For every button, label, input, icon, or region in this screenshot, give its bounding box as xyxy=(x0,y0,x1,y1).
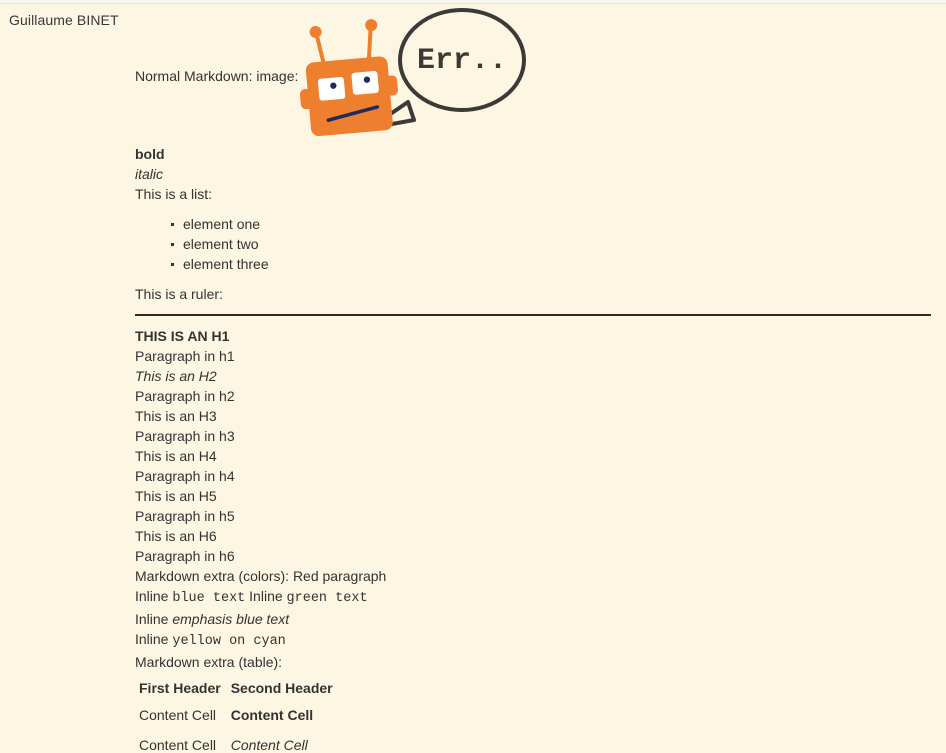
table-header-first: First Header xyxy=(139,680,221,696)
inline-green-text: green text xyxy=(286,591,368,606)
inline-color-line-1: Inline blue text Inline green text xyxy=(135,586,935,609)
colors-line: Markdown extra (colors): Red paragraph xyxy=(135,566,935,586)
paragraph-h4: Paragraph in h4 xyxy=(135,468,235,484)
robot-antenna-right xyxy=(365,19,378,60)
inline-blue-text: blue text xyxy=(172,591,246,606)
list-item: element two xyxy=(171,234,935,254)
inline-prefix-1: Inline xyxy=(135,588,173,604)
heading-h6: This is an H6 xyxy=(135,528,217,544)
italic-sample: italic xyxy=(135,166,164,182)
inline-color-line-2: Inline emphasis blue text xyxy=(135,609,935,629)
intro-label: Normal Markdown: image: xyxy=(135,68,299,84)
table-header-row: First Header Second Header xyxy=(135,676,339,700)
inline-color-line-3: Inline yellow on cyan xyxy=(135,629,935,652)
table-intro: Markdown extra (table): xyxy=(135,654,283,670)
table-cell-first: Content Cell xyxy=(139,707,217,723)
horizontal-ruler xyxy=(135,314,931,316)
image-spacer xyxy=(135,86,935,144)
heading-h4: This is an H4 xyxy=(135,448,217,464)
heading-h5: This is an H5 xyxy=(135,488,217,504)
markdown-table: First Header Second Header Content Cell … xyxy=(135,676,339,753)
heading-h3: This is an H3 xyxy=(135,408,217,424)
list-item: element one xyxy=(171,214,935,234)
list-item: element three xyxy=(171,254,935,274)
heading-h2: This is an H2 xyxy=(135,368,217,384)
inline-prefix-3: Inline xyxy=(135,611,173,627)
bold-sample: bold xyxy=(135,146,165,162)
colors-label: Markdown extra (colors): xyxy=(135,568,293,584)
table-row: Content Cell Content Cell xyxy=(135,730,339,753)
inline-emphasis-blue-text: emphasis blue text xyxy=(172,611,290,627)
inline-yellow-on-cyan-text: yellow on cyan xyxy=(172,634,286,649)
list-intro: This is a list: xyxy=(135,186,213,202)
table-row: Content Cell Content Cell xyxy=(135,700,339,730)
ruler-intro: This is a ruler: xyxy=(135,286,223,302)
table-cell-first: Content Cell xyxy=(139,737,217,753)
inline-prefix-2: Inline xyxy=(245,588,287,604)
page-root: Guillaume BINET Err.. Normal Markdown: i… xyxy=(0,0,946,753)
table-cell-second: Content Cell xyxy=(230,707,314,723)
paragraph-h2: Paragraph in h2 xyxy=(135,388,235,404)
markdown-list: element one element two element three xyxy=(135,214,935,274)
author-name: Guillaume BINET xyxy=(9,12,119,28)
paragraph-h6: Paragraph in h6 xyxy=(135,548,235,564)
paragraph-h3: Paragraph in h3 xyxy=(135,428,235,444)
robot-antenna-left xyxy=(309,25,326,64)
paragraph-h5: Paragraph in h5 xyxy=(135,508,235,524)
markdown-content: Normal Markdown: image: bold italic This… xyxy=(135,66,935,753)
red-paragraph-text: Red paragraph xyxy=(292,568,387,584)
table-header-second: Second Header xyxy=(230,680,333,696)
heading-h1: THIS IS AN H1 xyxy=(135,328,230,344)
table-cell-second: Content Cell xyxy=(230,737,308,753)
inline-prefix-4: Inline xyxy=(135,631,173,647)
paragraph-h1: Paragraph in h1 xyxy=(135,348,235,364)
